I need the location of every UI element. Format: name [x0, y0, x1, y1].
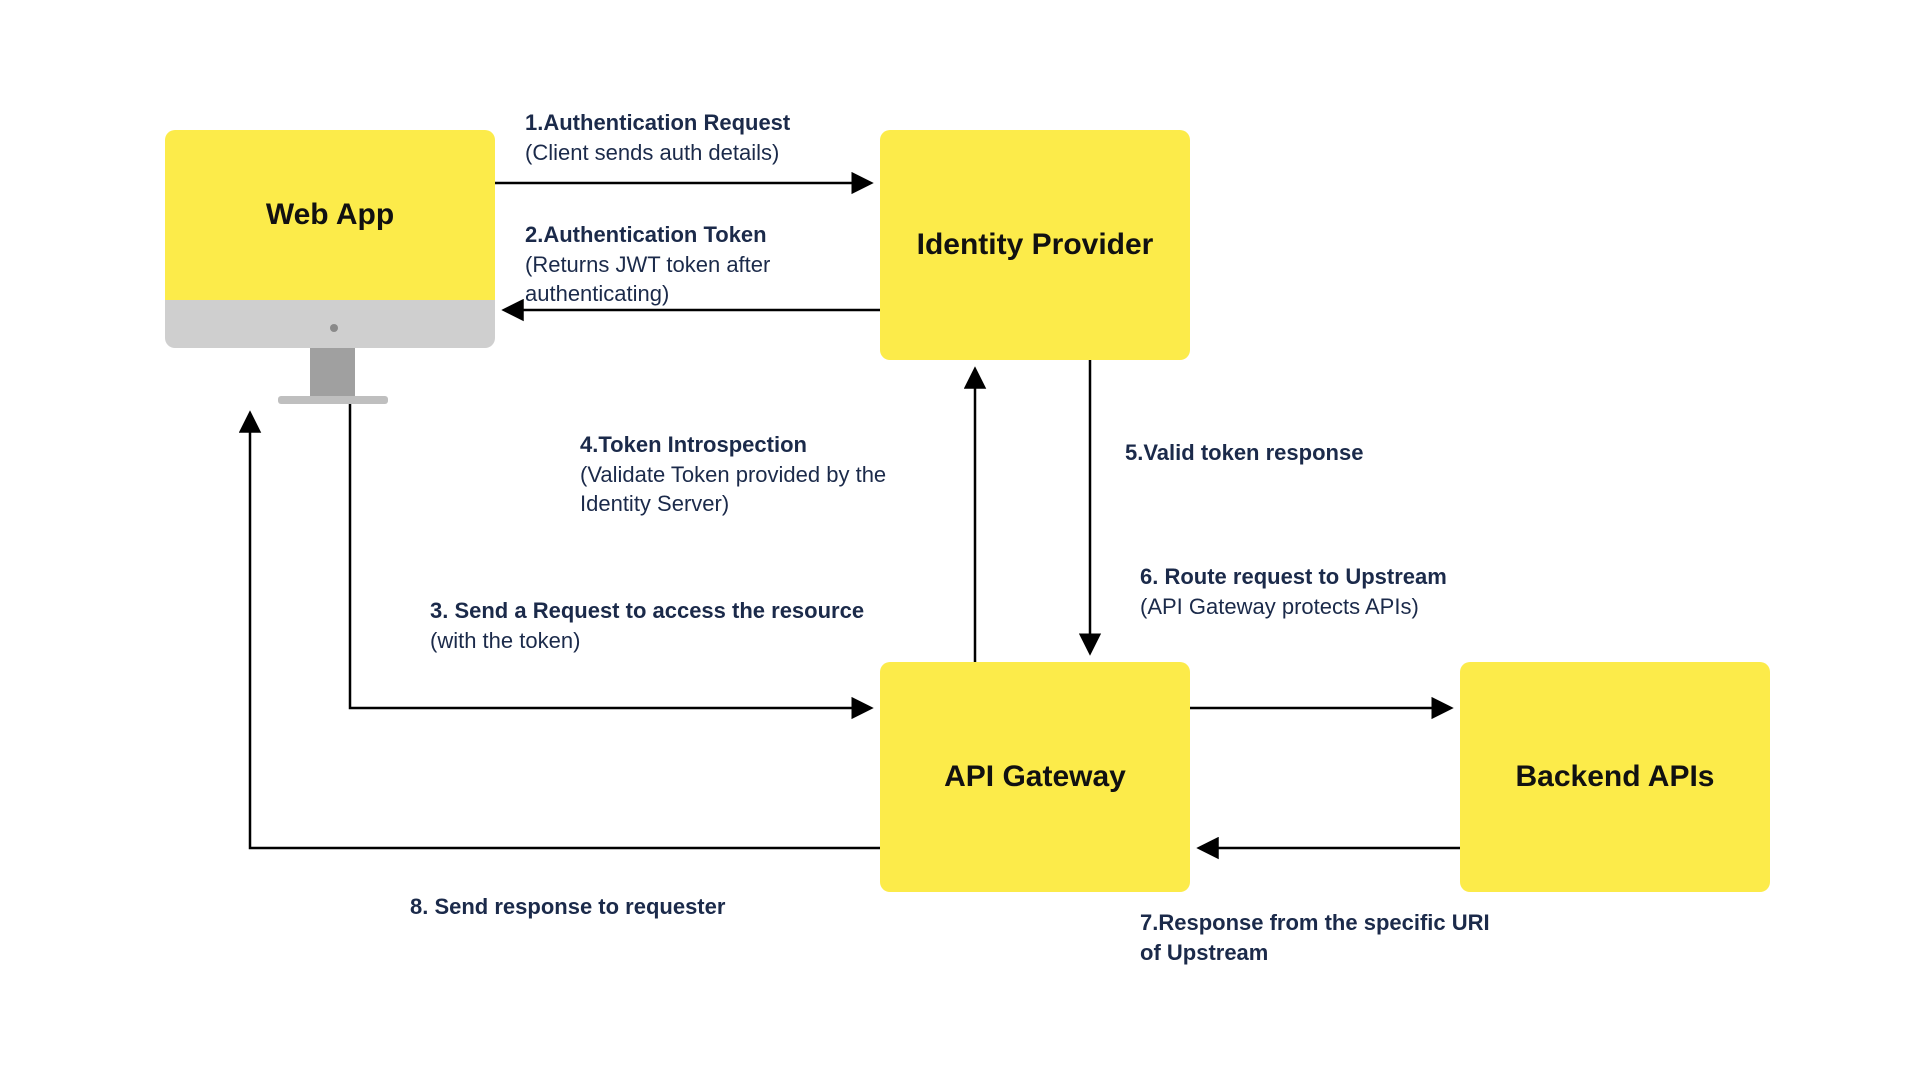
label-step-5-title: 5.Valid token response	[1125, 440, 1363, 465]
label-step-5: 5.Valid token response	[1125, 438, 1363, 468]
node-webapp: Web App	[165, 130, 495, 300]
webapp-monitor-neck	[310, 348, 355, 396]
node-backend-label: Backend APIs	[1516, 760, 1715, 794]
webapp-monitor-led	[330, 324, 338, 332]
webapp-monitor-foot	[278, 396, 388, 404]
label-step-7-title: 7.Response from the specific URI of Upst…	[1140, 910, 1490, 965]
node-identity-provider: Identity Provider	[880, 130, 1190, 360]
label-step-6-title: 6. Route request to Upstream	[1140, 564, 1447, 589]
label-step-2-title: 2.Authentication Token	[525, 222, 767, 247]
label-step-7: 7.Response from the specific URI of Upst…	[1140, 908, 1500, 967]
node-gateway-label: API Gateway	[944, 760, 1126, 794]
node-backend-apis: Backend APIs	[1460, 662, 1770, 892]
label-step-4: 4.Token Introspection (Validate Token pr…	[580, 430, 940, 519]
diagram-stage: Web App Identity Provider API Gateway Ba…	[0, 0, 1920, 1080]
node-webapp-label: Web App	[266, 198, 394, 232]
label-step-4-title: 4.Token Introspection	[580, 432, 807, 457]
label-step-8-title: 8. Send response to requester	[410, 894, 725, 919]
label-step-1-detail: (Client sends auth details)	[525, 140, 779, 165]
node-idp-label: Identity Provider	[917, 228, 1154, 262]
label-step-1-title: 1.Authentication Request	[525, 110, 790, 135]
label-step-2-detail: (Returns JWT token after authenticating)	[525, 252, 770, 307]
label-step-6: 6. Route request to Upstream (API Gatewa…	[1140, 562, 1447, 621]
label-step-6-detail: (API Gateway protects APIs)	[1140, 594, 1419, 619]
label-step-3: 3. Send a Request to access the resource…	[430, 596, 870, 655]
label-step-3-title: 3. Send a Request to access the resource	[430, 598, 864, 623]
webapp-monitor-base	[165, 300, 495, 348]
label-step-8: 8. Send response to requester	[410, 892, 725, 922]
node-api-gateway: API Gateway	[880, 662, 1190, 892]
label-step-4-detail: (Validate Token provided by the Identity…	[580, 462, 886, 517]
label-step-1: 1.Authentication Request (Client sends a…	[525, 108, 790, 167]
label-step-2: 2.Authentication Token (Returns JWT toke…	[525, 220, 865, 309]
label-step-3-detail: (with the token)	[430, 628, 580, 653]
